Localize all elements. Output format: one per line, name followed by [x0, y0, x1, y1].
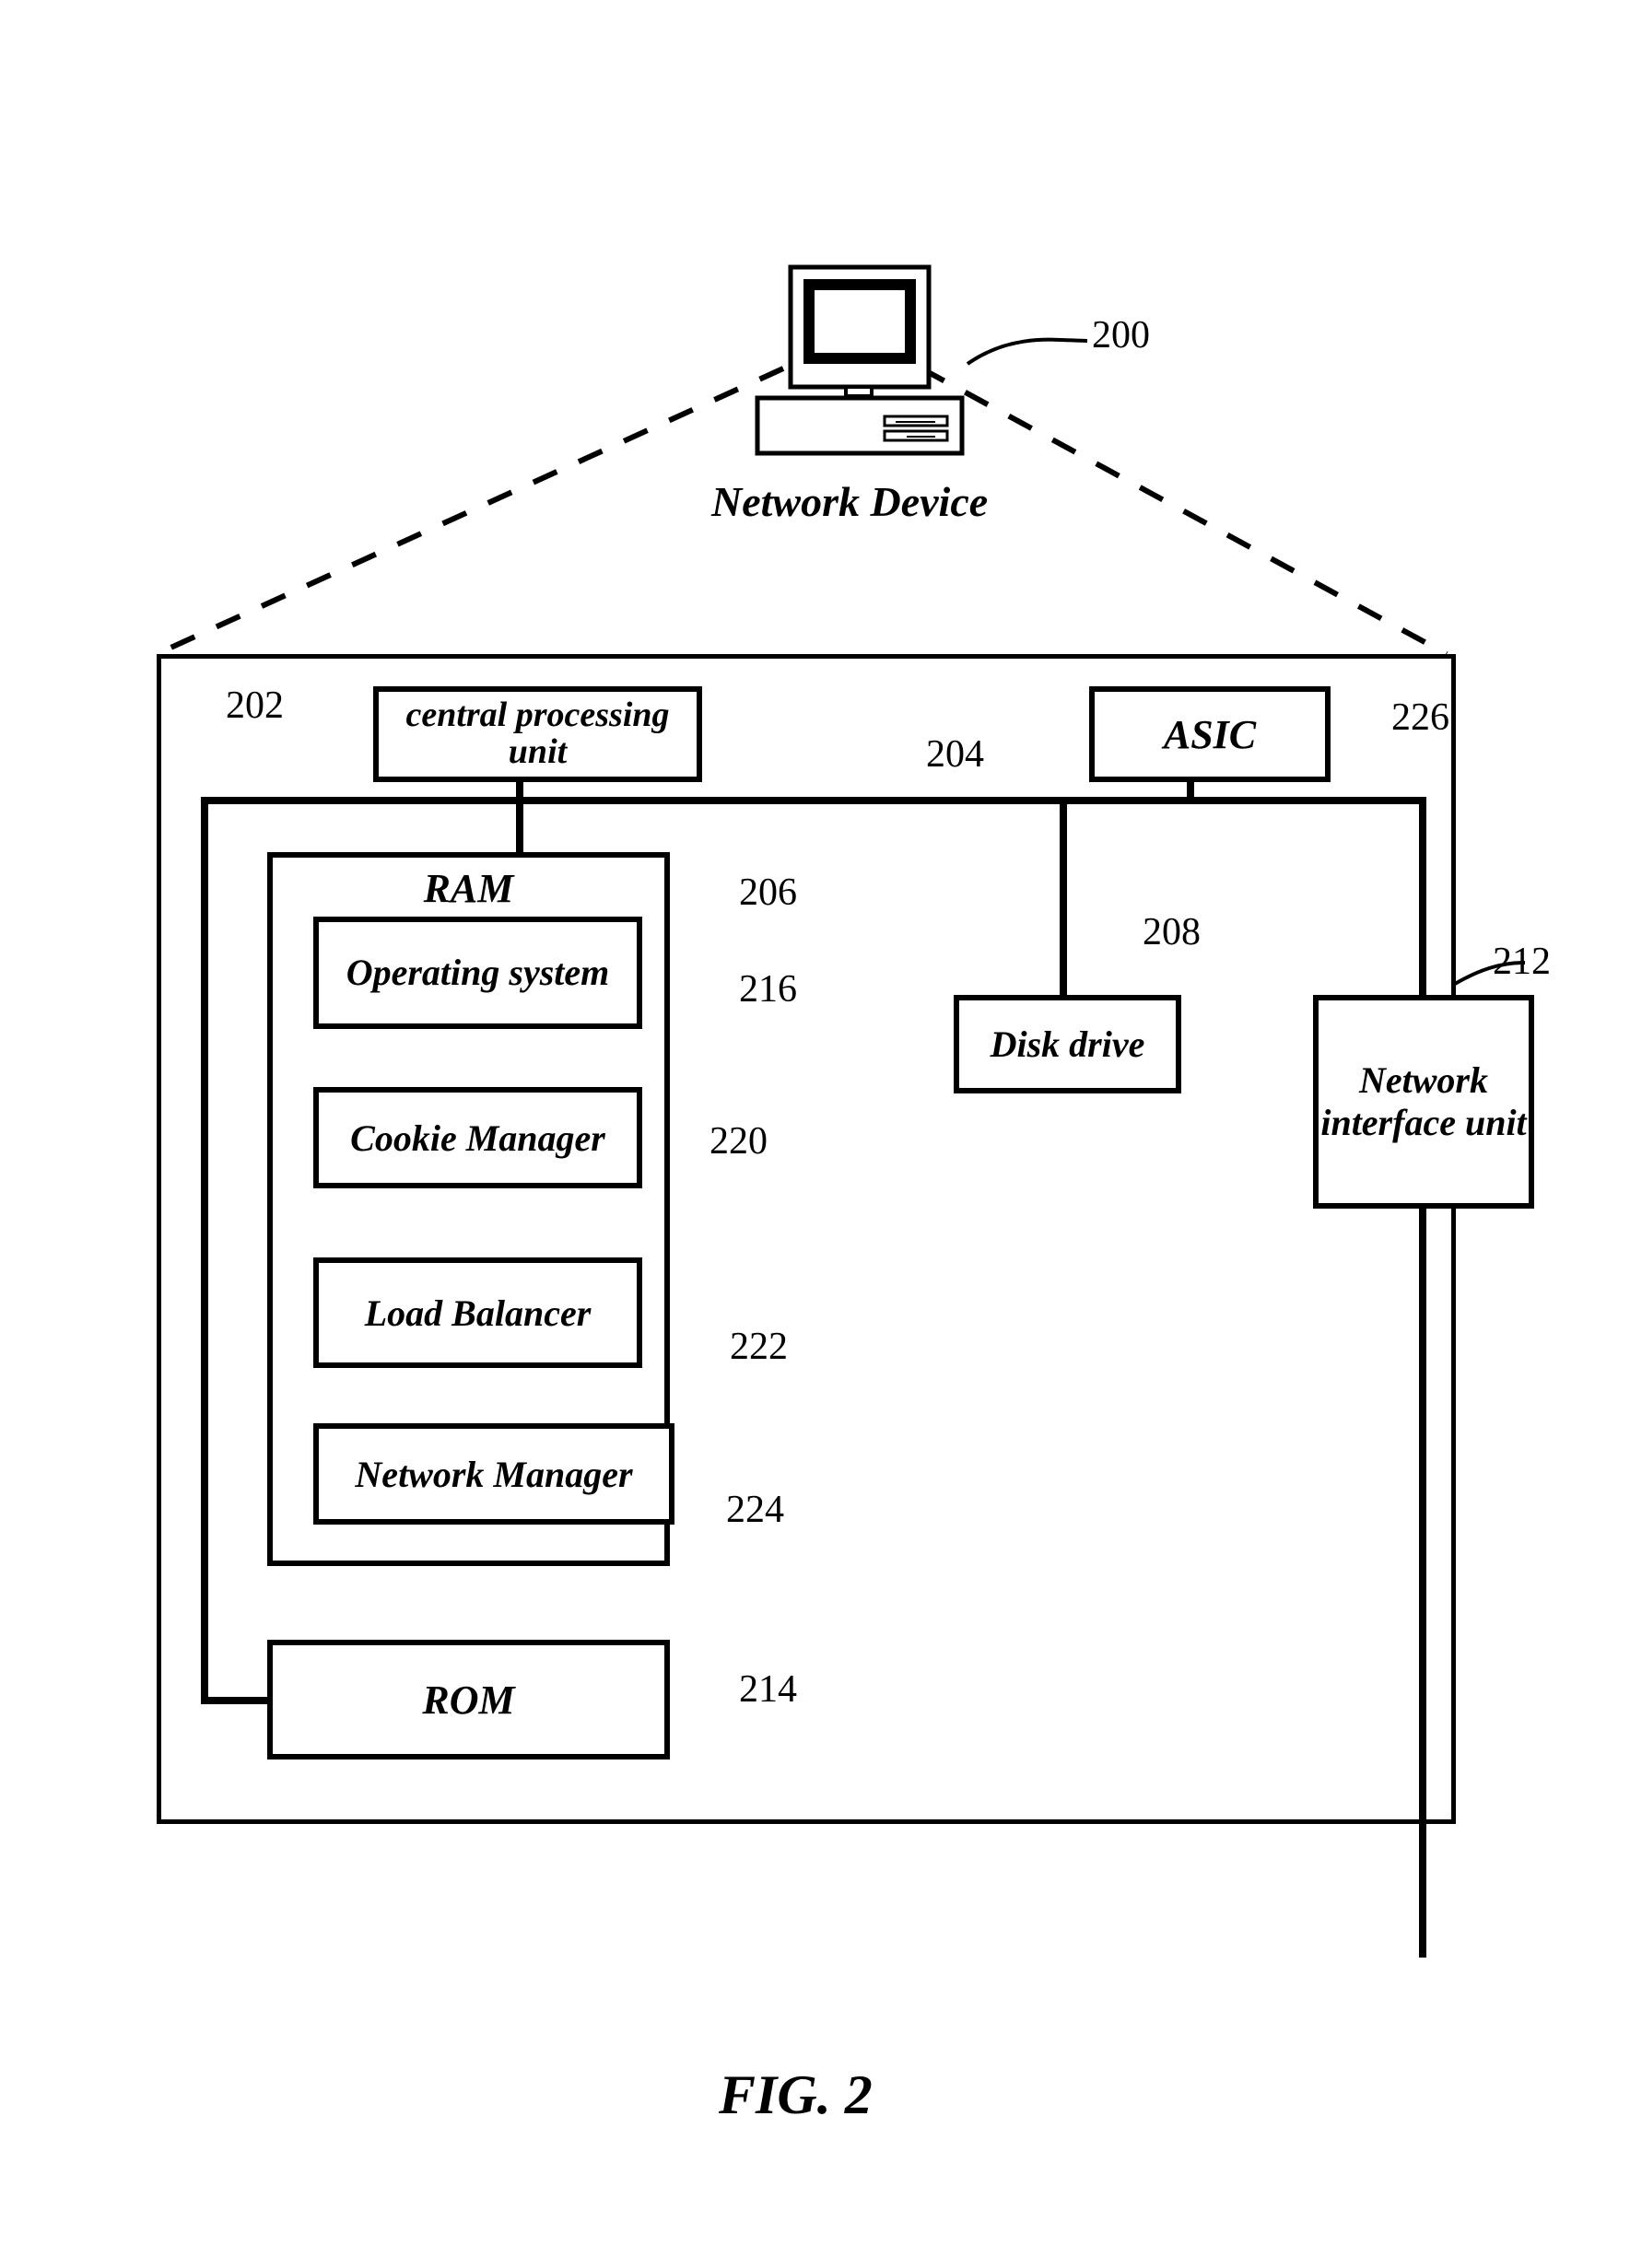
block-cookie: Cookie Manager — [313, 1087, 642, 1188]
bus-to-niu-bottom — [1419, 1202, 1426, 1958]
ref-202: 202 — [226, 684, 284, 728]
ref-216: 216 — [739, 967, 797, 1011]
block-disk: Disk drive — [954, 995, 1181, 1093]
bus-horizontal — [201, 797, 1426, 804]
block-cpu-label: central processing unit — [379, 697, 697, 771]
block-ram-label: RAM — [273, 865, 664, 912]
ref-206: 206 — [739, 871, 797, 915]
ref-226: 226 — [1391, 696, 1449, 740]
bus-left-drop — [201, 797, 208, 1704]
block-cpu: central processing unit — [373, 686, 702, 782]
block-disk-label: Disk drive — [991, 1023, 1145, 1066]
block-rom: ROM — [267, 1640, 670, 1759]
block-nm-label: Network Manager — [355, 1453, 632, 1496]
block-niu: Network interface unit — [1313, 995, 1534, 1209]
bus-to-ram — [516, 797, 523, 857]
ref-224: 224 — [726, 1488, 784, 1532]
block-os-label: Operating system — [346, 953, 610, 992]
block-nm: Network Manager — [313, 1423, 674, 1525]
ref-214: 214 — [739, 1667, 797, 1712]
ref-204: 204 — [926, 732, 984, 777]
ref-212: 212 — [1493, 940, 1551, 984]
device-label: Network Device — [711, 477, 988, 526]
block-asic-label: ASIC — [1164, 711, 1256, 758]
bus-to-rom — [201, 1697, 275, 1704]
block-niu-label: Network interface unit — [1319, 1059, 1529, 1144]
ref-200: 200 — [1092, 313, 1150, 357]
block-asic: ASIC — [1089, 686, 1331, 782]
ref-222: 222 — [730, 1325, 788, 1369]
ref-208: 208 — [1143, 910, 1201, 954]
block-os: Operating system — [313, 917, 642, 1029]
ref-220: 220 — [709, 1119, 768, 1163]
figure-label: FIG. 2 — [719, 2063, 873, 2127]
diagram-canvas: 200 Network Device central processing un… — [0, 0, 1630, 2268]
bus-to-disk — [1060, 797, 1067, 995]
bus-to-niu-top — [1419, 797, 1426, 998]
block-lb-label: Load Balancer — [365, 1292, 592, 1335]
block-rom-label: ROM — [422, 1677, 514, 1724]
block-lb: Load Balancer — [313, 1257, 642, 1368]
block-cookie-label: Cookie Manager — [350, 1116, 605, 1160]
